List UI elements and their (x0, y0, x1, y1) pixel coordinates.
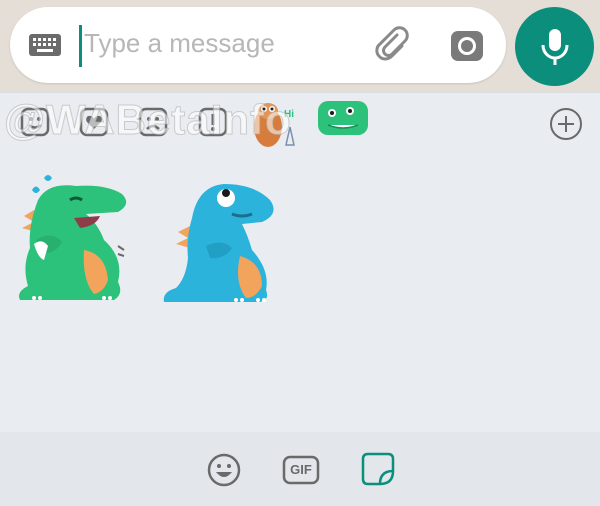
add-sticker-pack-button[interactable] (548, 106, 584, 142)
voice-record-button[interactable] (515, 7, 594, 86)
compose-area: Type a message (0, 0, 600, 92)
attach-icon[interactable] (375, 25, 415, 65)
message-input[interactable]: Type a message (84, 28, 275, 59)
gif-icon[interactable]: GIF (282, 455, 320, 490)
sticker-pack-dino[interactable] (316, 97, 370, 146)
text-cursor (79, 25, 82, 67)
watermark: @WABetaInfo (4, 96, 292, 144)
emoji-icon[interactable] (206, 452, 242, 493)
keyboard-icon[interactable] (28, 31, 62, 59)
message-input-bar[interactable]: Type a message (10, 7, 506, 83)
camera-icon[interactable] (449, 28, 485, 64)
dino-crying-sticker[interactable] (14, 170, 132, 309)
emoji-tab-bar: GIF (0, 432, 600, 506)
sticker-icon[interactable] (360, 451, 396, 492)
mic-icon (541, 29, 569, 65)
dino-blue-sticker[interactable] (162, 178, 280, 309)
gif-label: GIF (290, 462, 312, 477)
